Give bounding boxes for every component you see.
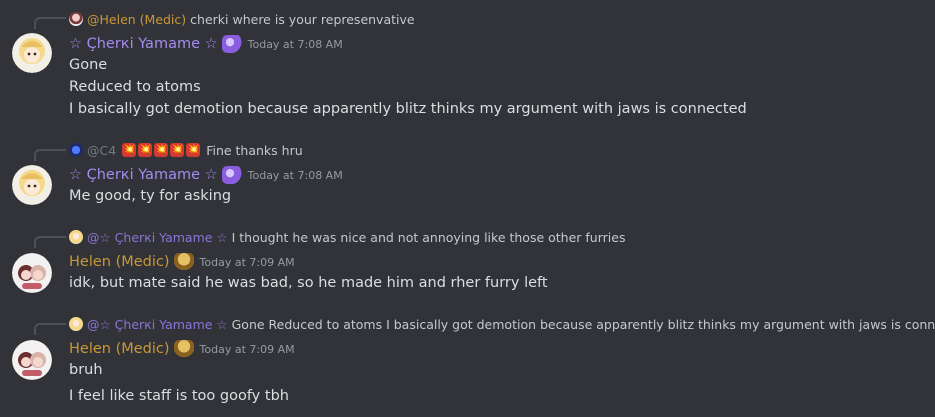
reply-connector xyxy=(34,236,66,248)
reply-preview[interactable]: @☆ Çherкi Yamame ☆ Gone Reduced to atoms… xyxy=(69,315,935,333)
timestamp[interactable]: Today at 7:08 AM xyxy=(248,169,343,182)
c4-mini-avatar-icon xyxy=(69,143,83,157)
reply-author[interactable]: @Helen (Medic) xyxy=(87,12,186,27)
reply-preview[interactable]: @Helen (Medic) cherki where is your repr… xyxy=(69,10,415,28)
reply-author[interactable]: @C4 xyxy=(87,143,116,158)
gold-helmet-icon xyxy=(173,340,194,358)
reply-connector xyxy=(34,149,66,161)
message-text: idk, but mate said he was bad, so he mad… xyxy=(69,275,548,291)
author-name[interactable]: ☆ Çherкi Yamame ☆ xyxy=(69,167,218,183)
purple-orb-icon xyxy=(221,35,242,53)
author-name[interactable]: Helen (Medic) xyxy=(69,254,170,270)
explosion-icon: 💥 xyxy=(122,143,137,157)
author-name[interactable]: Helen (Medic) xyxy=(69,341,170,357)
cherki-avatar[interactable] xyxy=(12,33,52,73)
reply-text[interactable]: Fine thanks hru xyxy=(206,143,302,158)
reply-text[interactable]: Gone Reduced to atoms I basically got de… xyxy=(232,317,935,332)
author-name[interactable]: ☆ Çherкi Yamame ☆ xyxy=(69,36,218,52)
reply-author[interactable]: @☆ Çherкi Yamame ☆ xyxy=(87,230,228,245)
helen-avatar[interactable] xyxy=(12,340,52,380)
message-text: Reduced to atoms xyxy=(69,79,201,95)
explosion-icon: 💥 xyxy=(186,143,201,157)
explosion-icon: 💥 xyxy=(154,143,169,157)
message-text: Gone xyxy=(69,57,108,73)
reply-preview[interactable]: @☆ Çherкi Yamame ☆ I thought he was nice… xyxy=(69,228,625,246)
message-text: bruh xyxy=(69,362,103,378)
timestamp[interactable]: Today at 7:08 AM xyxy=(248,38,343,51)
reply-preview[interactable]: @C4 💥 💥 💥 💥 💥 Fine thanks hru xyxy=(69,141,303,159)
message-header: Helen (Medic) Today at 7:09 AM xyxy=(69,251,295,273)
explosion-icon: 💥 xyxy=(138,143,153,157)
message-header: Helen (Medic) Today at 7:09 AM xyxy=(69,338,295,360)
message-header: ☆ Çherкi Yamame ☆ Today at 7:08 AM xyxy=(69,164,343,186)
cherki-avatar[interactable] xyxy=(12,165,52,205)
timestamp[interactable]: Today at 7:09 AM xyxy=(200,343,295,356)
reply-connector xyxy=(34,323,66,335)
message-header: ☆ Çherкi Yamame ☆ Today at 7:08 AM xyxy=(69,33,343,55)
reply-text[interactable]: I thought he was nice and not annoying l… xyxy=(232,230,626,245)
message-text: I feel like staff is too goofy tbh xyxy=(69,388,289,404)
helen-mini-avatar-icon xyxy=(69,12,83,26)
reply-author[interactable]: @☆ Çherкi Yamame ☆ xyxy=(87,317,228,332)
gold-helmet-icon xyxy=(173,253,194,271)
timestamp[interactable]: Today at 7:09 AM xyxy=(200,256,295,269)
helen-avatar[interactable] xyxy=(12,253,52,293)
reply-text[interactable]: cherki where is your represenvative xyxy=(190,12,414,27)
purple-orb-icon xyxy=(221,166,242,184)
message-text: I basically got demotion because apparen… xyxy=(69,101,747,117)
cherki-mini-avatar-icon xyxy=(69,317,83,331)
reply-connector xyxy=(34,17,66,29)
cherki-mini-avatar-icon xyxy=(69,230,83,244)
message-text: Me good, ty for asking xyxy=(69,188,232,204)
explosion-icon: 💥 xyxy=(170,143,185,157)
